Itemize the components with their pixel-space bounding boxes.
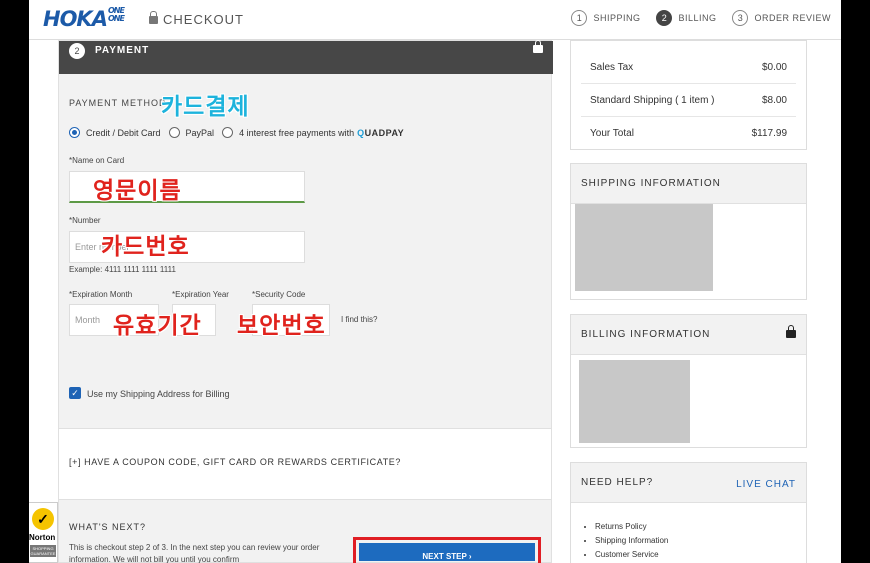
redacted-shipping-info bbox=[575, 204, 713, 291]
step-label: SHIPPING bbox=[593, 13, 641, 23]
summary-value: $8.00 bbox=[761, 94, 787, 106]
card-number-label: *Number bbox=[69, 216, 101, 225]
norton-name: Norton bbox=[29, 533, 56, 542]
annotation-english-name: 영문이름 bbox=[93, 178, 182, 204]
step-billing: 2 BILLING bbox=[656, 10, 716, 26]
norton-badge[interactable]: ✓ Norton SHOPPING GUARANTEE bbox=[29, 502, 58, 563]
radio-paypal[interactable]: PayPal bbox=[168, 127, 215, 138]
summary-label: Sales Tax bbox=[590, 61, 634, 73]
payment-header: 2 PAYMENT bbox=[59, 40, 553, 74]
order-summary: Sales Tax $0.00 Standard Shipping ( 1 it… bbox=[570, 40, 807, 150]
radio-selected-icon[interactable] bbox=[69, 127, 80, 138]
logo-text: HOKA bbox=[43, 7, 108, 31]
coupon-toggle[interactable]: [+] HAVE A COUPON CODE, GIFT CARD OR REW… bbox=[69, 457, 401, 467]
summary-row-shipping: Standard Shipping ( 1 item ) $8.00 bbox=[581, 84, 796, 117]
step-label: ORDER REVIEW bbox=[754, 13, 831, 23]
step-number: 1 bbox=[571, 10, 588, 26]
checkout-label: CHECKOUT bbox=[163, 12, 244, 27]
need-help-card: NEED HELP? LIVE CHAT Returns Policy Ship… bbox=[570, 462, 807, 563]
help-links: Returns Policy Shipping Information Cust… bbox=[585, 520, 668, 562]
name-on-card-label: *Name on Card bbox=[69, 156, 125, 165]
site-header: HOKAONE ONE CHECKOUT 1 SHIPPING 2 BILLING… bbox=[29, 0, 841, 40]
hoka-logo[interactable]: HOKAONE ONE bbox=[43, 7, 125, 32]
billing-info-title: BILLING INFORMATION bbox=[581, 329, 711, 340]
help-link-customer-service[interactable]: Customer Service bbox=[595, 548, 668, 562]
lock-icon bbox=[786, 325, 796, 338]
next-step-label: NEXT STEP › bbox=[422, 552, 472, 561]
payment-method-options: Credit / Debit Card PayPal 4 interest fr… bbox=[69, 127, 412, 138]
payment-method-label: PAYMENT METHOD bbox=[69, 98, 167, 108]
summary-value: $117.99 bbox=[751, 128, 787, 139]
checkout-title: CHECKOUT bbox=[149, 11, 244, 27]
security-code-help-link[interactable]: I find this? bbox=[341, 315, 377, 324]
step-number: 2 bbox=[656, 10, 673, 26]
exp-year-label: *Expiration Year bbox=[172, 290, 229, 299]
logo-sub-2: ONE bbox=[107, 14, 125, 23]
summary-label: Standard Shipping ( 1 item ) bbox=[590, 94, 715, 106]
use-shipping-address-label: Use my Shipping Address for Billing bbox=[87, 389, 230, 399]
lock-icon bbox=[149, 11, 158, 24]
help-link-returns[interactable]: Returns Policy bbox=[595, 520, 668, 534]
radio-label: Credit / Debit Card bbox=[86, 127, 161, 138]
quadpay-q: Q bbox=[357, 127, 365, 138]
quadpay-rest: UADPAY bbox=[364, 127, 405, 138]
annotation-security: 보안번호 bbox=[237, 313, 326, 339]
shipping-info-card: SHIPPING INFORMATION bbox=[570, 163, 807, 300]
radio-label: 4 interest free payments with bbox=[239, 127, 355, 138]
lock-icon bbox=[533, 40, 543, 53]
step-label: BILLING bbox=[678, 13, 717, 23]
need-help-title: NEED HELP? bbox=[581, 477, 654, 488]
norton-seal-text: SHOPPING GUARANTEE bbox=[30, 545, 56, 557]
norton-check-icon: ✓ bbox=[32, 508, 54, 530]
whats-next-title: WHAT'S NEXT? bbox=[69, 522, 147, 532]
summary-value: $0.00 bbox=[761, 61, 787, 73]
step-order-review: 3 ORDER REVIEW bbox=[732, 10, 831, 26]
radio-icon[interactable] bbox=[168, 127, 180, 138]
summary-row-tax: Sales Tax $0.00 bbox=[581, 51, 796, 84]
redacted-billing-info bbox=[579, 360, 690, 443]
whats-next-text: This is checkout step 2 of 3. In the nex… bbox=[69, 543, 320, 563]
quadpay-logo: QUADPAY bbox=[357, 128, 404, 138]
checkout-page: HOKAONE ONE CHECKOUT 1 SHIPPING 2 BILLING… bbox=[29, 0, 841, 563]
need-help-header: NEED HELP? LIVE CHAT bbox=[571, 463, 806, 503]
next-step-highlight: NEXT STEP › bbox=[353, 537, 541, 563]
live-chat-link[interactable]: LIVE CHAT bbox=[736, 479, 796, 490]
billing-info-card: BILLING INFORMATION bbox=[570, 314, 807, 448]
month-placeholder: Month bbox=[75, 315, 101, 325]
radio-label: PayPal bbox=[185, 127, 215, 138]
payment-step-number: 2 bbox=[69, 43, 85, 59]
card-number-example: Example: 4111 1111 1111 1111 bbox=[69, 265, 176, 274]
shipping-info-title: SHIPPING INFORMATION bbox=[571, 164, 806, 204]
step-number: 3 bbox=[732, 10, 749, 26]
checkout-steps: 1 SHIPPING 2 BILLING 3 ORDER REVIEW bbox=[571, 10, 831, 26]
radio-quadpay[interactable]: 4 interest free payments with QUADPAY bbox=[222, 127, 404, 138]
radio-credit-card[interactable]: Credit / Debit Card bbox=[69, 127, 161, 138]
security-code-label: *Security Code bbox=[252, 290, 306, 299]
help-link-shipping[interactable]: Shipping Information bbox=[595, 534, 668, 548]
next-step-button[interactable]: NEXT STEP › bbox=[359, 543, 535, 561]
billing-info-header: BILLING INFORMATION bbox=[571, 315, 806, 355]
use-shipping-address-checkbox[interactable]: ✓ bbox=[69, 387, 81, 399]
payment-title: PAYMENT bbox=[95, 45, 150, 56]
radio-icon[interactable] bbox=[222, 127, 234, 138]
coupon-section[interactable]: [+] HAVE A COUPON CODE, GIFT CARD OR REW… bbox=[59, 428, 551, 500]
annotation-card-payment: 카드결제 bbox=[161, 94, 250, 120]
annotation-card-number: 카드번호 bbox=[101, 234, 190, 260]
step-shipping[interactable]: 1 SHIPPING bbox=[571, 10, 640, 26]
annotation-expiry: 유효기간 bbox=[113, 313, 202, 339]
payment-panel: 2 PAYMENT PAYMENT METHOD 카드결제 Credit / D… bbox=[58, 40, 553, 563]
exp-month-label: *Expiration Month bbox=[69, 290, 133, 299]
logo-subtext: ONE ONE bbox=[107, 7, 125, 23]
summary-label: Your Total bbox=[590, 128, 634, 139]
summary-row-total: Your Total $117.99 bbox=[581, 117, 796, 150]
